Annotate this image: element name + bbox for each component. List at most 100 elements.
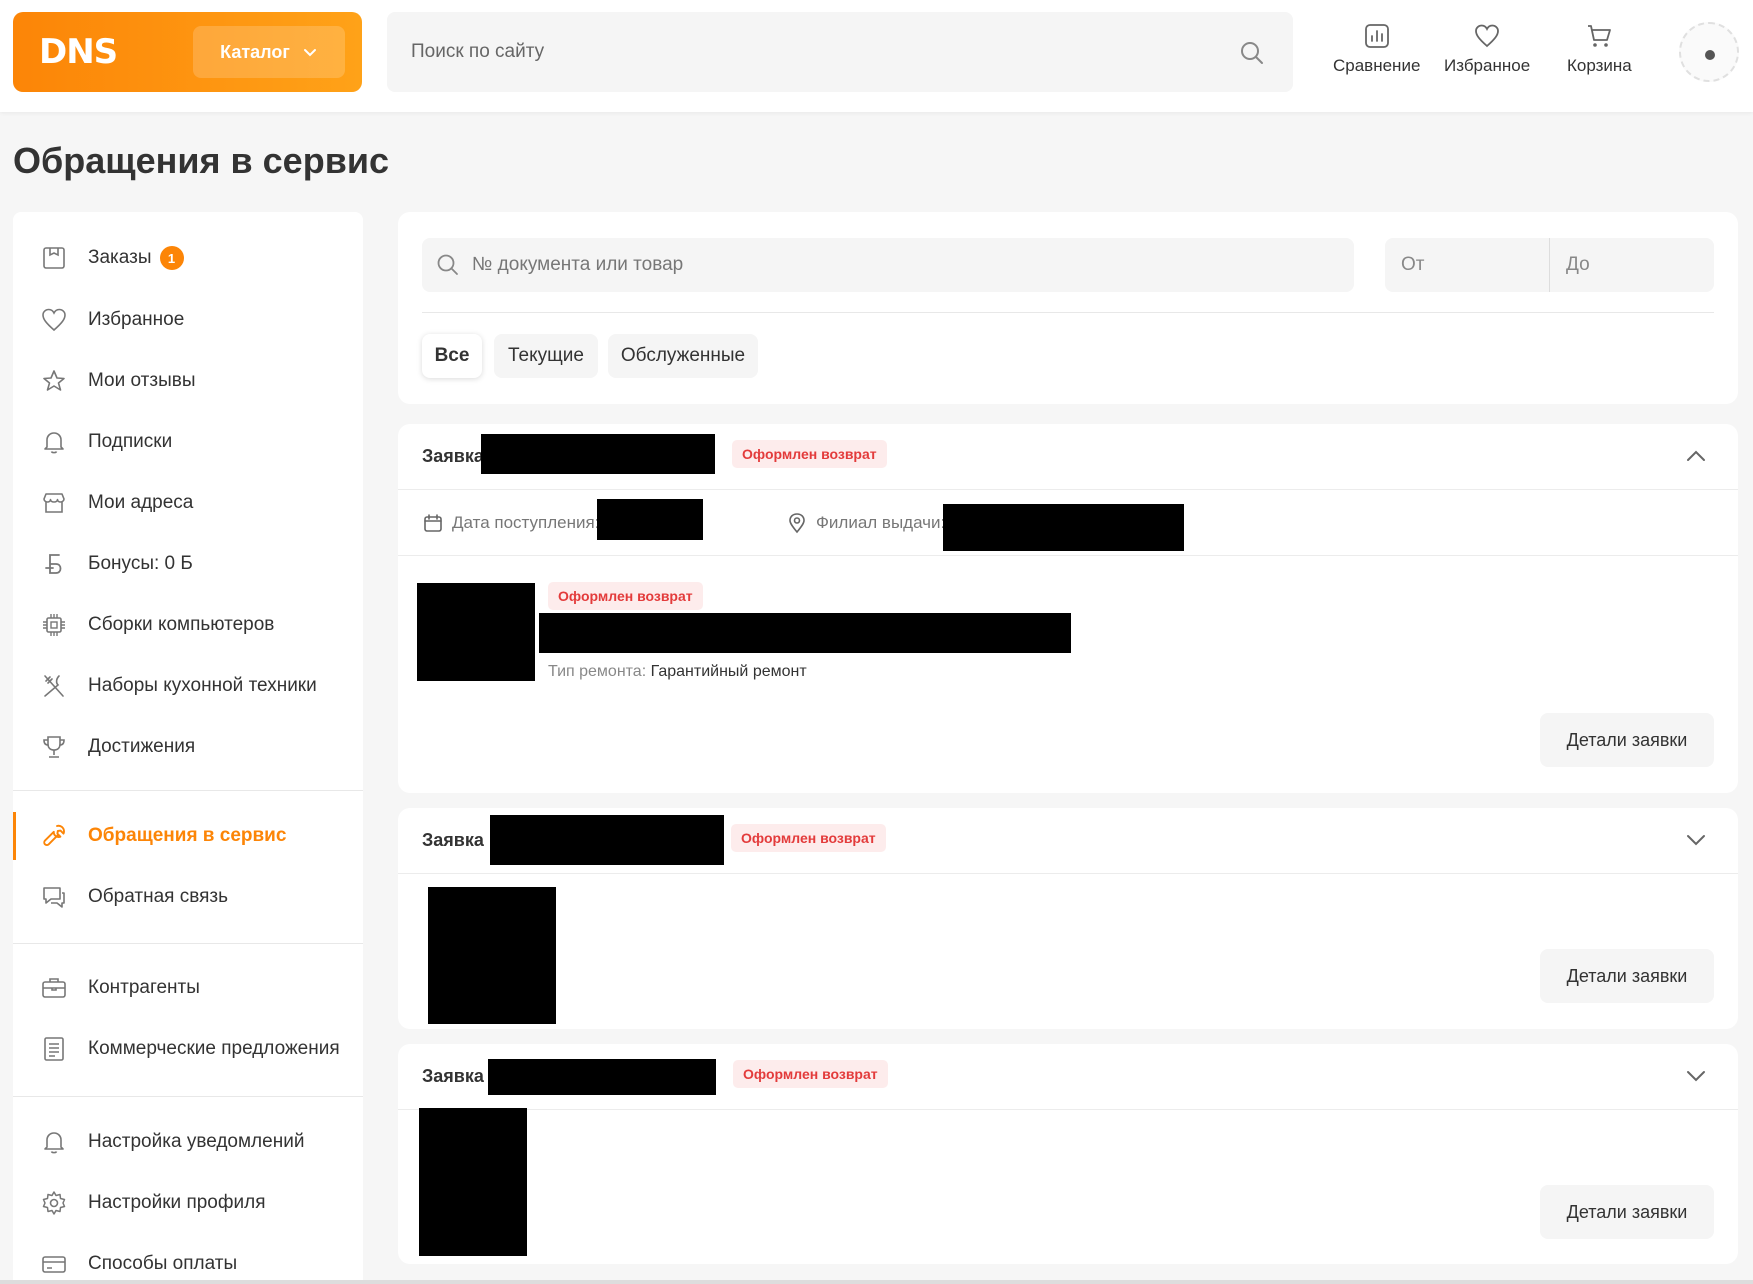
request-details-button[interactable]: Детали заявки [1540, 713, 1714, 767]
sidebar-item-label: Подписки [88, 431, 173, 452]
orders-icon [43, 247, 65, 269]
sidebar-item-kitchen-sets[interactable]: Наборы кухонной техники [13, 662, 363, 710]
search-icon[interactable] [1239, 40, 1265, 66]
tab-serviced[interactable]: Обслуженные [608, 334, 758, 378]
date-received: Дата поступления: [422, 512, 599, 534]
document-search [422, 238, 1354, 292]
favorites-button[interactable]: Избранное [1444, 22, 1530, 76]
repair-type-label: Тип ремонта: [548, 663, 647, 680]
filter-panel: Все Текущие Обслуженные [398, 212, 1738, 404]
dns-logo[interactable]: DNS [39, 32, 118, 72]
request-title[interactable]: Заявка [422, 446, 484, 467]
redacted-request-number [488, 1059, 716, 1095]
cart-button[interactable]: Корзина [1567, 22, 1632, 76]
repair-type-value: Гарантийный ремонт [650, 663, 807, 680]
status-badge: Оформлен возврат [731, 824, 886, 852]
sidebar-item-label: Настройка уведомлений [88, 1131, 305, 1152]
bonus-icon [45, 554, 62, 574]
compare-label: Сравнение [1333, 56, 1421, 75]
sidebar-item-achievements[interactable]: Достижения [13, 723, 363, 771]
redacted-product-image [419, 1108, 527, 1256]
tab-all[interactable]: Все [422, 334, 482, 378]
sidebar-divider [13, 790, 363, 791]
chip-icon [43, 614, 65, 636]
site-search [387, 12, 1293, 92]
gear-icon [42, 1191, 66, 1215]
sidebar-divider [13, 1096, 363, 1097]
sidebar-item-addresses[interactable]: Мои адреса [13, 479, 363, 527]
document-icon [44, 1037, 64, 1061]
sidebar-item-notification-settings[interactable]: Настройка уведомлений [13, 1118, 363, 1166]
heart-icon [1475, 24, 1499, 48]
date-from-input[interactable] [1385, 238, 1549, 292]
card-divider [398, 873, 1738, 874]
heart-icon [42, 308, 66, 332]
card-divider [398, 555, 1738, 556]
trophy-icon [43, 736, 65, 758]
item-status-badge: Оформлен возврат [548, 582, 703, 610]
request-title[interactable]: Заявка [422, 830, 484, 851]
avatar-dot [1705, 50, 1715, 60]
sidebar-item-label: Заказы [88, 247, 152, 269]
sidebar-item-profile-settings[interactable]: Настройки профиля [13, 1179, 363, 1227]
search-icon [437, 254, 458, 275]
chevron-down-icon[interactable] [1684, 1064, 1708, 1088]
sidebar-item-commercial-offers[interactable]: Коммерческие предложения [13, 1025, 363, 1073]
sidebar-item-label: Контрагенты [88, 977, 200, 998]
redacted-date [597, 499, 703, 540]
cart-icon [1588, 25, 1612, 47]
cart-label: Корзина [1567, 56, 1632, 75]
sidebar-item-reviews[interactable]: Мои отзывы [13, 357, 363, 405]
avatar[interactable] [1679, 22, 1739, 82]
card-icon [42, 1256, 66, 1273]
sidebar-item-favorites[interactable]: Избранное [13, 296, 363, 344]
favorites-label: Избранное [1444, 56, 1531, 75]
sidebar-item-label: Избранное [88, 309, 185, 330]
sidebar-item-feedback[interactable]: Обратная связь [13, 873, 363, 921]
sidebar-item-label: Способы оплаты [88, 1253, 238, 1274]
catalog-button[interactable]: Каталог [193, 26, 345, 78]
location-pin-icon [789, 513, 805, 534]
sidebar-item-label: Обратная связь [88, 886, 228, 907]
date-received-label: Дата поступления: [452, 513, 600, 532]
sidebar-item-orders[interactable]: Заказы 1 [13, 234, 363, 282]
status-badge: Оформлен возврат [732, 440, 887, 468]
site-header: DNS Каталог Сравнение Избранное Корзина [0, 0, 1753, 112]
date-to-input[interactable] [1550, 238, 1714, 292]
card-divider [398, 1109, 1738, 1110]
calendar-icon [424, 514, 442, 532]
sidebar-item-pc-builds[interactable]: Сборки компьютеров [13, 601, 363, 649]
bell-icon [44, 1132, 64, 1154]
chevron-down-icon[interactable] [1684, 828, 1708, 852]
sidebar-item-label: Бонусы: 0 Б [88, 553, 193, 574]
date-divider [1549, 238, 1550, 292]
kitchen-icon [44, 675, 64, 697]
request-title[interactable]: Заявка [422, 1066, 484, 1087]
logo-block: DNS Каталог [13, 12, 362, 92]
sidebar-item-service-requests[interactable]: Обращения в сервис [13, 812, 363, 860]
compare-button[interactable]: Сравнение [1333, 22, 1420, 76]
sidebar-item-subscriptions[interactable]: Подписки [13, 418, 363, 466]
site-search-input[interactable] [411, 12, 1211, 92]
catalog-label: Каталог [220, 41, 290, 62]
chevron-down-icon [303, 49, 316, 57]
briefcase-icon [42, 978, 66, 998]
card-divider [398, 489, 1738, 490]
chat-icon [43, 887, 65, 908]
star-icon [43, 370, 65, 391]
sidebar-item-label: Настройки профиля [88, 1192, 266, 1213]
compare-icon [1364, 24, 1389, 48]
chevron-up-icon[interactable] [1684, 444, 1708, 468]
document-search-input[interactable] [472, 238, 1332, 292]
request-details-button[interactable]: Детали заявки [1540, 1185, 1714, 1239]
tab-current[interactable]: Текущие [494, 334, 598, 378]
sidebar-item-label: Мои отзывы [88, 370, 196, 391]
orders-count-badge: 1 [159, 246, 184, 270]
bell-icon [44, 432, 64, 454]
request-details-button[interactable]: Детали заявки [1540, 949, 1714, 1003]
pickup-branch: Филиал выдачи: [786, 512, 945, 534]
sidebar-item-bonuses[interactable]: Бонусы: 0 Б [13, 540, 363, 588]
sidebar-item-contractors[interactable]: Контрагенты [13, 964, 363, 1012]
request-card: Заявка Оформлен возврат Детали заявки [398, 808, 1738, 1029]
sidebar-item-payment-methods[interactable]: Способы оплаты [13, 1240, 363, 1284]
